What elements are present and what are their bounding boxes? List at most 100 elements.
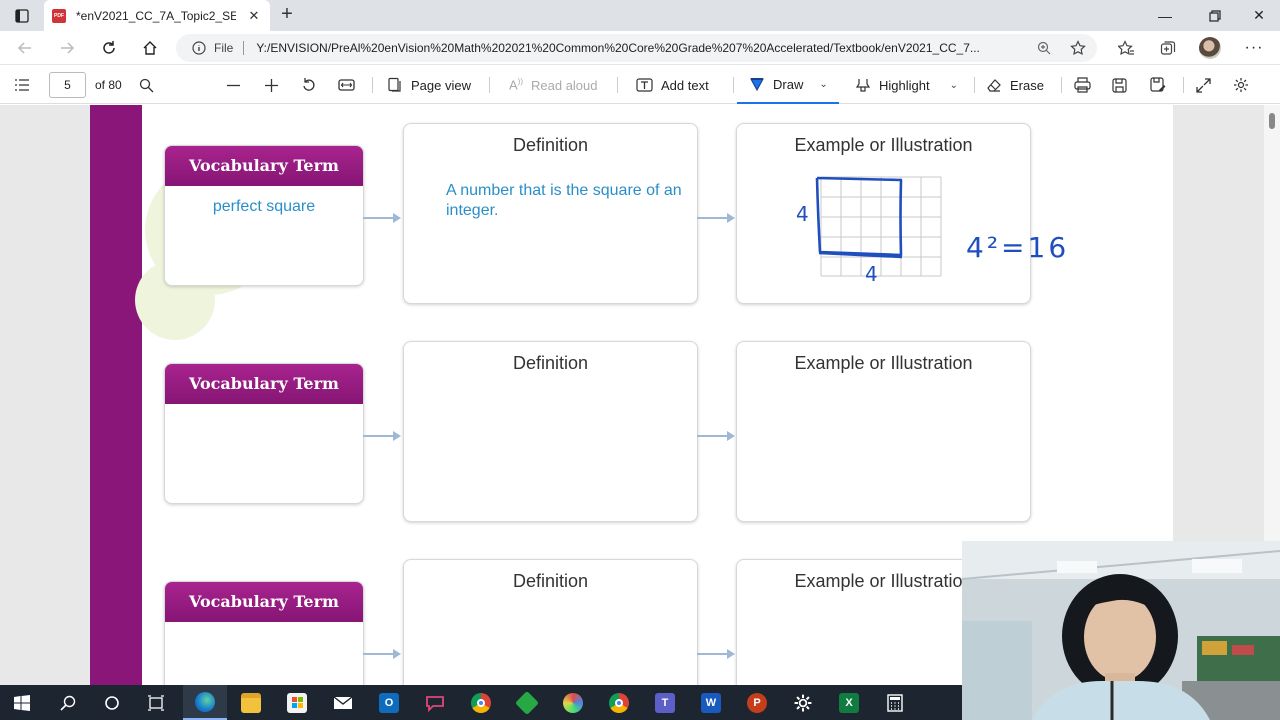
add-text-button[interactable]: Add text [636,66,709,104]
edge-icon[interactable] [183,685,227,720]
webcam-overlay [962,541,1280,720]
erase-button[interactable]: Erase [986,66,1044,104]
page-number-input[interactable]: 5 [49,72,86,98]
restore-icon[interactable] [1192,0,1238,31]
favorites-icon[interactable] [1112,35,1140,61]
outlook-icon[interactable]: O [367,685,411,720]
find-icon[interactable] [139,66,154,104]
add-favorite-icon[interactable] [1064,35,1092,61]
example-box: Example or Illustration [736,341,1031,522]
new-tab-icon[interactable]: + [276,3,298,27]
definition-text: A number that is the square of an intege… [446,182,682,219]
save-icon[interactable] [1112,66,1127,104]
pdf-toolbar: 5 of 80 Page view A)) Read aloud Add tex… [0,66,1280,104]
read-aloud-button[interactable]: A)) Read aloud [509,66,598,104]
example-header: Example or Illustration [794,353,973,373]
eraser-icon [987,79,1001,92]
powerpoint-icon[interactable]: P [735,685,779,720]
highlight-icon [855,79,871,92]
forward-icon[interactable] [52,35,82,61]
profile-avatar[interactable] [1196,35,1224,61]
page-view-button[interactable]: Page view [387,66,471,104]
refresh-icon[interactable] [94,35,124,61]
tab-close-icon[interactable]: ✕ [246,8,262,24]
example-header: Example or Illustration [794,135,973,155]
more-options-icon[interactable]: ··· [1240,35,1268,61]
tab-actions-icon [15,8,29,23]
url-field[interactable]: File Y:/ENVISION/PreAl%20enVision%20Math… [176,34,1097,62]
store-icon[interactable] [275,685,319,720]
excel-icon[interactable]: X [827,685,871,720]
page-view-icon [388,77,401,92]
mail-icon[interactable] [321,685,365,720]
settings-gear-icon[interactable] [1233,66,1249,104]
home-icon[interactable] [135,35,165,61]
ink-annotation: 4 4 4²=16 [796,176,1069,286]
toolbar-divider [372,77,373,93]
paint-icon[interactable] [551,685,595,720]
tab-pdf-document[interactable]: PDF *enV2021_CC_7A_Topic2_SE Not… ✕ [44,0,270,31]
vocabulary-term-header: Vocabulary Term [165,364,363,404]
draw-button[interactable]: Draw ⌄ [737,66,839,104]
add-text-icon [636,78,653,92]
search-icon[interactable] [46,685,90,720]
rotate-icon[interactable] [301,66,317,104]
highlight-label: Highlight [879,77,930,93]
cortana-icon[interactable] [90,685,134,720]
pdf-file-icon: PDF [52,8,66,23]
chevron-down-icon[interactable]: ⌄ [950,80,958,91]
task-view-icon[interactable] [134,685,178,720]
save-as-icon[interactable] [1150,66,1166,104]
toolbar-divider [1183,77,1184,93]
collections-icon[interactable] [1154,35,1182,61]
tab-actions-button[interactable] [0,0,44,31]
vocabulary-term-header: Vocabulary Term [165,582,363,622]
highlight-button[interactable]: Highlight ⌄ [855,66,958,104]
vocabulary-term-value: perfect square [212,198,316,215]
vocabulary-term-box: Vocabulary Term perfect square [164,145,364,286]
zoom-icon[interactable] [1030,35,1058,61]
print-icon[interactable] [1074,66,1091,104]
windows-start-icon[interactable] [0,685,44,720]
read-aloud-label: Read aloud [531,77,598,93]
grid-illustration [820,176,942,277]
word-icon[interactable]: W [689,685,733,720]
chrome-icon[interactable] [597,685,641,720]
contents-icon[interactable] [14,66,30,104]
toolbar-divider [617,77,618,93]
toolbar-divider [1061,77,1062,93]
draw-label: Draw [773,76,804,92]
calculator-icon[interactable] [873,685,917,720]
toolbar-divider [733,77,734,93]
arrow-icon [363,213,401,223]
minimize-icon[interactable]: — [1142,0,1188,31]
file-explorer-icon[interactable] [229,685,273,720]
chrome-icon[interactable] [459,685,503,720]
ink-bottom-label: 4 [865,262,878,286]
fullscreen-icon[interactable] [1196,66,1211,104]
page-margin-bar [90,105,142,685]
fit-to-page-icon[interactable] [338,66,355,104]
zoom-in-icon[interactable] [264,66,279,104]
draw-icon [750,78,764,92]
zoom-out-icon[interactable] [226,66,241,104]
vocabulary-term-box: Vocabulary Term [164,581,364,685]
chevron-down-icon[interactable]: ⌄ [819,79,827,90]
definition-box: Definition [403,559,698,685]
toolbar-divider [489,77,490,93]
arrow-icon [363,431,401,441]
file-label: File [214,41,245,55]
feedback-icon[interactable] [413,685,457,720]
back-icon[interactable] [10,35,40,61]
close-window-icon[interactable]: ✕ [1236,0,1280,31]
arrow-icon [697,431,735,441]
ink-side-label: 4 [796,202,809,226]
app-icon[interactable] [505,685,549,720]
erase-label: Erase [1010,77,1044,93]
tab-bar: PDF *enV2021_CC_7A_Topic2_SE Not… ✕ + — … [0,0,1280,31]
scrollbar-thumb[interactable] [1269,113,1275,129]
vocabulary-term-box: Vocabulary Term [164,363,364,504]
teams-icon[interactable]: T [643,685,687,720]
ink-equation: 4²=16 [966,231,1069,264]
settings-icon[interactable] [781,685,825,720]
